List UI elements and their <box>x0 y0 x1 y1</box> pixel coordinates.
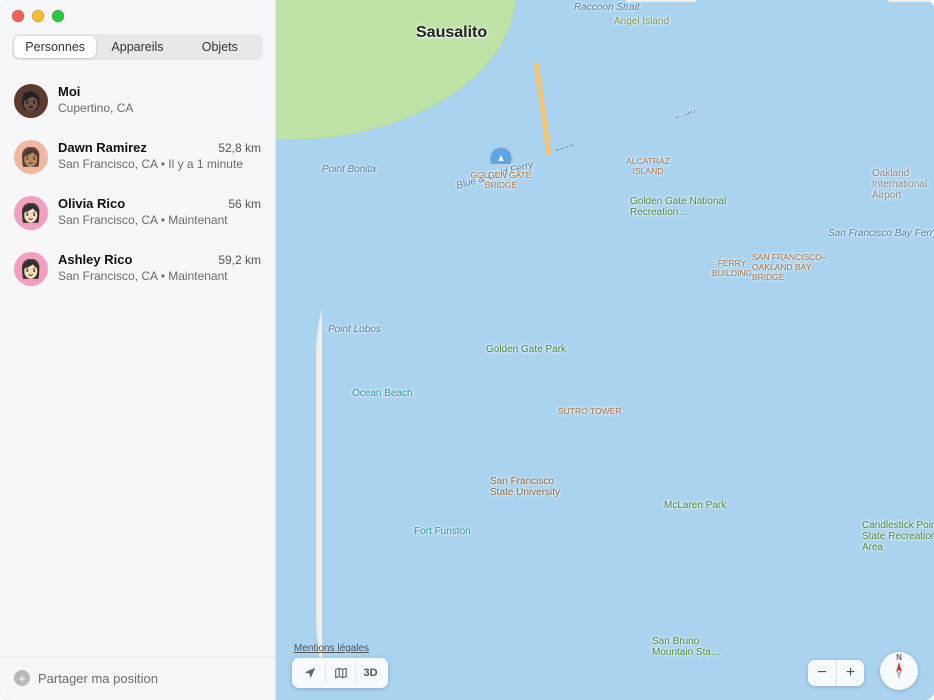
person-subtitle: San Francisco, CA • Il y a 1 minute <box>58 157 261 173</box>
location-arrow-icon <box>303 666 317 680</box>
avatar: 👩🏻 <box>14 252 48 286</box>
map-icon <box>333 666 349 680</box>
zoom-control: − + <box>808 660 864 686</box>
compass-button[interactable]: N <box>880 652 918 690</box>
locate-me-button[interactable] <box>295 661 325 685</box>
legal-link[interactable]: Mentions légales <box>294 643 369 654</box>
plus-circle-icon: + <box>14 670 30 686</box>
person-name: Dawn Ramirez <box>58 140 147 155</box>
list-item[interactable]: 👩🏻 Ashley Rico 59,2 km San Francisco, CA… <box>0 242 275 298</box>
person-name: Olivia Rico <box>58 196 125 211</box>
fullscreen-window-button[interactable] <box>52 10 64 22</box>
label-poi-alcatraz: ALCATRAZ ISLAND <box>618 156 678 176</box>
label-poi-baybridge: SAN FRANCISCO–OAKLAND BAY BRIDGE <box>752 252 836 282</box>
label-poi-candlestick: Candlestick Point State Recreation Area <box>862 520 934 553</box>
person-distance: 56 km <box>228 197 261 211</box>
map-toolbar: 3D <box>292 658 388 688</box>
zoom-out-button[interactable]: − <box>808 660 836 686</box>
zoom-in-button[interactable]: + <box>836 660 864 686</box>
label-sf-bay-ferry: San Francisco Bay Ferry <box>828 228 934 700</box>
minimize-window-button[interactable] <box>32 10 44 22</box>
share-location-label: Partager ma position <box>38 671 158 686</box>
window-controls <box>12 10 64 22</box>
person-name: Moi <box>58 84 80 99</box>
avatar: 👩🏻 <box>14 196 48 230</box>
label-angel-island: Angel Island <box>614 16 669 27</box>
label-poi-funston: Fort Funston <box>414 526 471 537</box>
person-distance: 59,2 km <box>218 253 261 267</box>
label-oakland-airport: Oakland International Airport <box>872 168 934 201</box>
label-poi-ocean-beach: Ocean Beach <box>352 388 413 399</box>
sidebar: Personnes Appareils Objets 🧑🏿 Moi Cupert… <box>0 0 276 700</box>
label-poi-mclaren: McLaren Park <box>664 500 726 511</box>
tab-people[interactable]: Personnes <box>14 36 96 58</box>
tab-devices[interactable]: Appareils <box>96 36 178 58</box>
label-poi-sutro: SUTRO TOWER <box>558 406 621 416</box>
compass-icon <box>887 659 911 683</box>
person-subtitle: San Francisco, CA • Maintenant <box>58 269 261 285</box>
label-poi-gnra: Golden Gate National Recreation… <box>630 196 730 218</box>
app-window: Personnes Appareils Objets 🧑🏿 Moi Cupert… <box>0 0 934 700</box>
map-canvas[interactable]: ▲ ▲ ■ ▲ 🌳 🌳 📡 🎓 ⛱ ⛱ 🌳 🌳 🌳 🌳 👩🏻 👩🏻 👩🏽 280… <box>276 0 934 700</box>
label-poi-ggpark: Golden Gate Park <box>486 344 566 355</box>
map-3d-button[interactable]: 3D <box>355 661 385 685</box>
person-subtitle: Cupertino, CA <box>58 101 261 117</box>
tab-items[interactable]: Objets <box>179 36 261 58</box>
label-sausalito: Sausalito <box>416 24 487 42</box>
avatar: 🧑🏿 <box>14 84 48 118</box>
compass-n-label: N <box>896 653 902 662</box>
list-item[interactable]: 👩🏻 Olivia Rico 56 km San Francisco, CA •… <box>0 186 275 242</box>
people-list: 🧑🏿 Moi Cupertino, CA 👩🏽 Dawn Ramirez 52,… <box>0 70 275 657</box>
person-name: Ashley Rico <box>58 252 132 267</box>
label-poi-sanbruno: San Bruno Mountain Sta… <box>652 636 742 658</box>
share-location-button[interactable]: + Partager ma position <box>0 657 275 700</box>
list-item[interactable]: 🧑🏿 Moi Cupertino, CA <box>0 74 275 130</box>
person-subtitle: San Francisco, CA • Maintenant <box>58 213 261 229</box>
close-window-button[interactable] <box>12 10 24 22</box>
label-poi-ggb: GOLDEN GATE BRIDGE <box>466 170 536 190</box>
map-mode-button[interactable] <box>325 661 355 685</box>
avatar: 👩🏽 <box>14 140 48 174</box>
person-distance: 52,8 km <box>218 141 261 155</box>
tab-bar: Personnes Appareils Objets <box>12 34 263 60</box>
label-poi-sfsu: San Francisco State University <box>490 476 580 498</box>
list-item[interactable]: 👩🏽 Dawn Ramirez 52,8 km San Francisco, C… <box>0 130 275 186</box>
